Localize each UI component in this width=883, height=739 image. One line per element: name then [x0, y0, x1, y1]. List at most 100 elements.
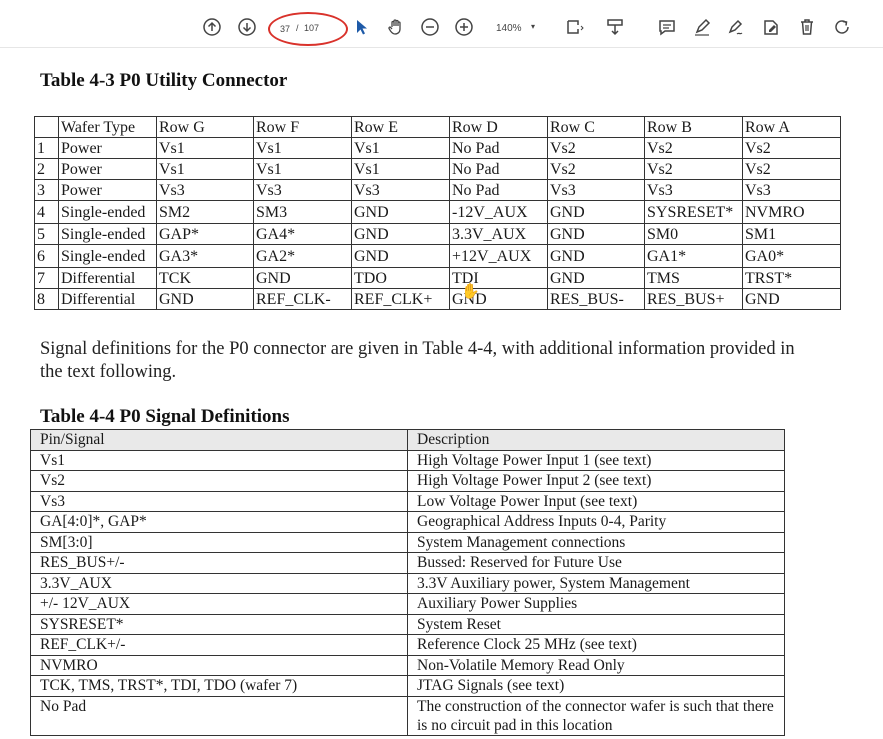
zoom-level-select[interactable]: 140% [496, 23, 522, 34]
p0-signal-definitions-table: Pin/Signal Description Vs1 High Voltage P… [30, 429, 785, 736]
table-cell: 2 [34, 158, 59, 180]
table-cell: REF_CLK+ [351, 288, 450, 310]
table-cell: No Pad [449, 179, 548, 201]
header-cell: Description [407, 429, 785, 451]
hand-cursor-icon: ✋ [461, 284, 480, 300]
table-cell: Vs3 [30, 490, 408, 512]
table-cell: TMS [644, 267, 743, 289]
table-cell: Vs2 [742, 137, 841, 159]
table-cell: Vs3 [644, 179, 743, 201]
table-cell: The construction of the connector wafer … [407, 695, 785, 736]
total-pages: 107 [304, 23, 320, 33]
rotate-button[interactable] [831, 16, 853, 38]
zoom-in-button[interactable] [453, 16, 475, 38]
table-cell: Vs1 [351, 137, 450, 159]
table-cell: SM[3:0] [30, 531, 408, 553]
select-tool-button[interactable] [350, 16, 372, 38]
table-cell: Vs2 [644, 158, 743, 180]
table-cell: GAP* [156, 223, 254, 245]
document-page: Table 4-3 P0 Utility Connector Wafer Typ… [0, 48, 883, 739]
table-cell: Vs2 [742, 158, 841, 180]
table-cell: NVMRO [742, 200, 841, 224]
table-cell: Differential [58, 267, 157, 289]
table-cell: System Reset [407, 613, 785, 635]
arrow-up-circle-icon [203, 18, 221, 36]
table-cell: No Pad [30, 695, 408, 736]
table-cell: GND [547, 223, 645, 245]
table-cell: Vs1 [351, 158, 450, 180]
table-cell: 3.3V_AUX [30, 572, 408, 594]
table-cell: GA3* [156, 244, 254, 268]
download-button[interactable] [604, 16, 626, 38]
table-row: 4 Single-ended SM2 SM3 GND -12V_AUX GND SYSRESE… [34, 200, 841, 224]
current-page-input[interactable] [276, 22, 294, 36]
table-cell: GA[4:0]*, GAP* [30, 511, 408, 533]
table-row: Vs3 Low Voltage Power Input (see text) [30, 490, 785, 512]
zoom-out-button[interactable] [419, 16, 441, 38]
table-cell: NVMRO [30, 654, 408, 676]
highlight-button[interactable] [691, 16, 713, 38]
table-row: 7 Differential TCK GND TDO TDI GND TMS TRST* [34, 267, 841, 289]
header-cell: Wafer Type [58, 116, 157, 138]
table-cell: Geographical Address Inputs 0-4, Parity [407, 511, 785, 533]
trash-icon [801, 19, 813, 35]
plus-circle-icon [455, 18, 473, 36]
table-cell: Vs2 [547, 137, 645, 159]
table-row: GA[4:0]*, GAP* Geographical Address Input… [30, 511, 785, 533]
table-cell: +/- 12V_AUX [30, 593, 408, 615]
chevron-down-icon[interactable]: ▾ [531, 22, 535, 31]
table-cell: Vs1 [156, 158, 254, 180]
next-page-button[interactable] [236, 16, 258, 38]
edit-document-icon [764, 20, 778, 35]
table-cell: REF_CLK+/- [30, 634, 408, 656]
table-cell: GND [351, 244, 450, 268]
table-cell: SM2 [156, 200, 254, 224]
table-cell: REF_CLK- [253, 288, 352, 310]
table-cell: 3.3V_AUX [449, 223, 548, 245]
minus-circle-icon [421, 18, 439, 36]
table-cell: GA4* [253, 223, 352, 245]
table-cell: -12V_AUX [449, 200, 548, 224]
table-cell: 3.3V Auxiliary power, System Management [407, 572, 785, 594]
signature-pen-icon [728, 19, 743, 35]
page-fit-button[interactable] [563, 16, 585, 38]
table-row: NVMRO Non-Volatile Memory Read Only [30, 654, 785, 676]
table-row: SYSRESET* System Reset [30, 613, 785, 635]
rotate-icon [835, 20, 849, 34]
table-row: 6 Single-ended GA3* GA2* GND +12V_AUX GND GA1* G… [34, 244, 841, 268]
delete-button[interactable] [796, 16, 818, 38]
table-cell: GND [547, 267, 645, 289]
table-row: 1 Power Vs1 Vs1 Vs1 No Pad Vs2 Vs2 Vs2 [34, 137, 841, 159]
hand-icon [388, 19, 401, 35]
table-header-row: Pin/Signal Description [30, 429, 785, 451]
sign-button[interactable] [725, 16, 747, 38]
edit-button[interactable] [760, 16, 782, 38]
table-cell: GA0* [742, 244, 841, 268]
header-cell: Row C [547, 116, 645, 138]
pen-icon [695, 18, 711, 36]
header-cell: Row G [156, 116, 254, 138]
hand-tool-button[interactable] [385, 16, 407, 38]
table-cell: Vs1 [253, 158, 352, 180]
table-cell: 4 [34, 200, 59, 224]
table-cell: Single-ended [58, 244, 157, 268]
table-cell: Power [58, 179, 157, 201]
comment-button[interactable] [656, 16, 678, 38]
presentation-icon [607, 19, 623, 36]
table-cell: Vs1 [30, 449, 408, 471]
table-cell: 8 [34, 288, 59, 310]
table-cell: RES_BUS- [547, 288, 645, 310]
table-cell: Single-ended [58, 223, 157, 245]
table-cell: No Pad [449, 137, 548, 159]
table-cell: TRST* [742, 267, 841, 289]
table-cell: 5 [34, 223, 59, 245]
table-cell: Auxiliary Power Supplies [407, 593, 785, 615]
table-cell: Non-Volatile Memory Read Only [407, 654, 785, 676]
table-cell: +12V_AUX [449, 244, 548, 268]
table-cell: TDO [351, 267, 450, 289]
table-cell: TCK [156, 267, 254, 289]
table-cell: JTAG Signals (see text) [407, 675, 785, 697]
previous-page-button[interactable] [201, 16, 223, 38]
table-cell: Vs3 [547, 179, 645, 201]
page-separator: / [296, 23, 299, 33]
